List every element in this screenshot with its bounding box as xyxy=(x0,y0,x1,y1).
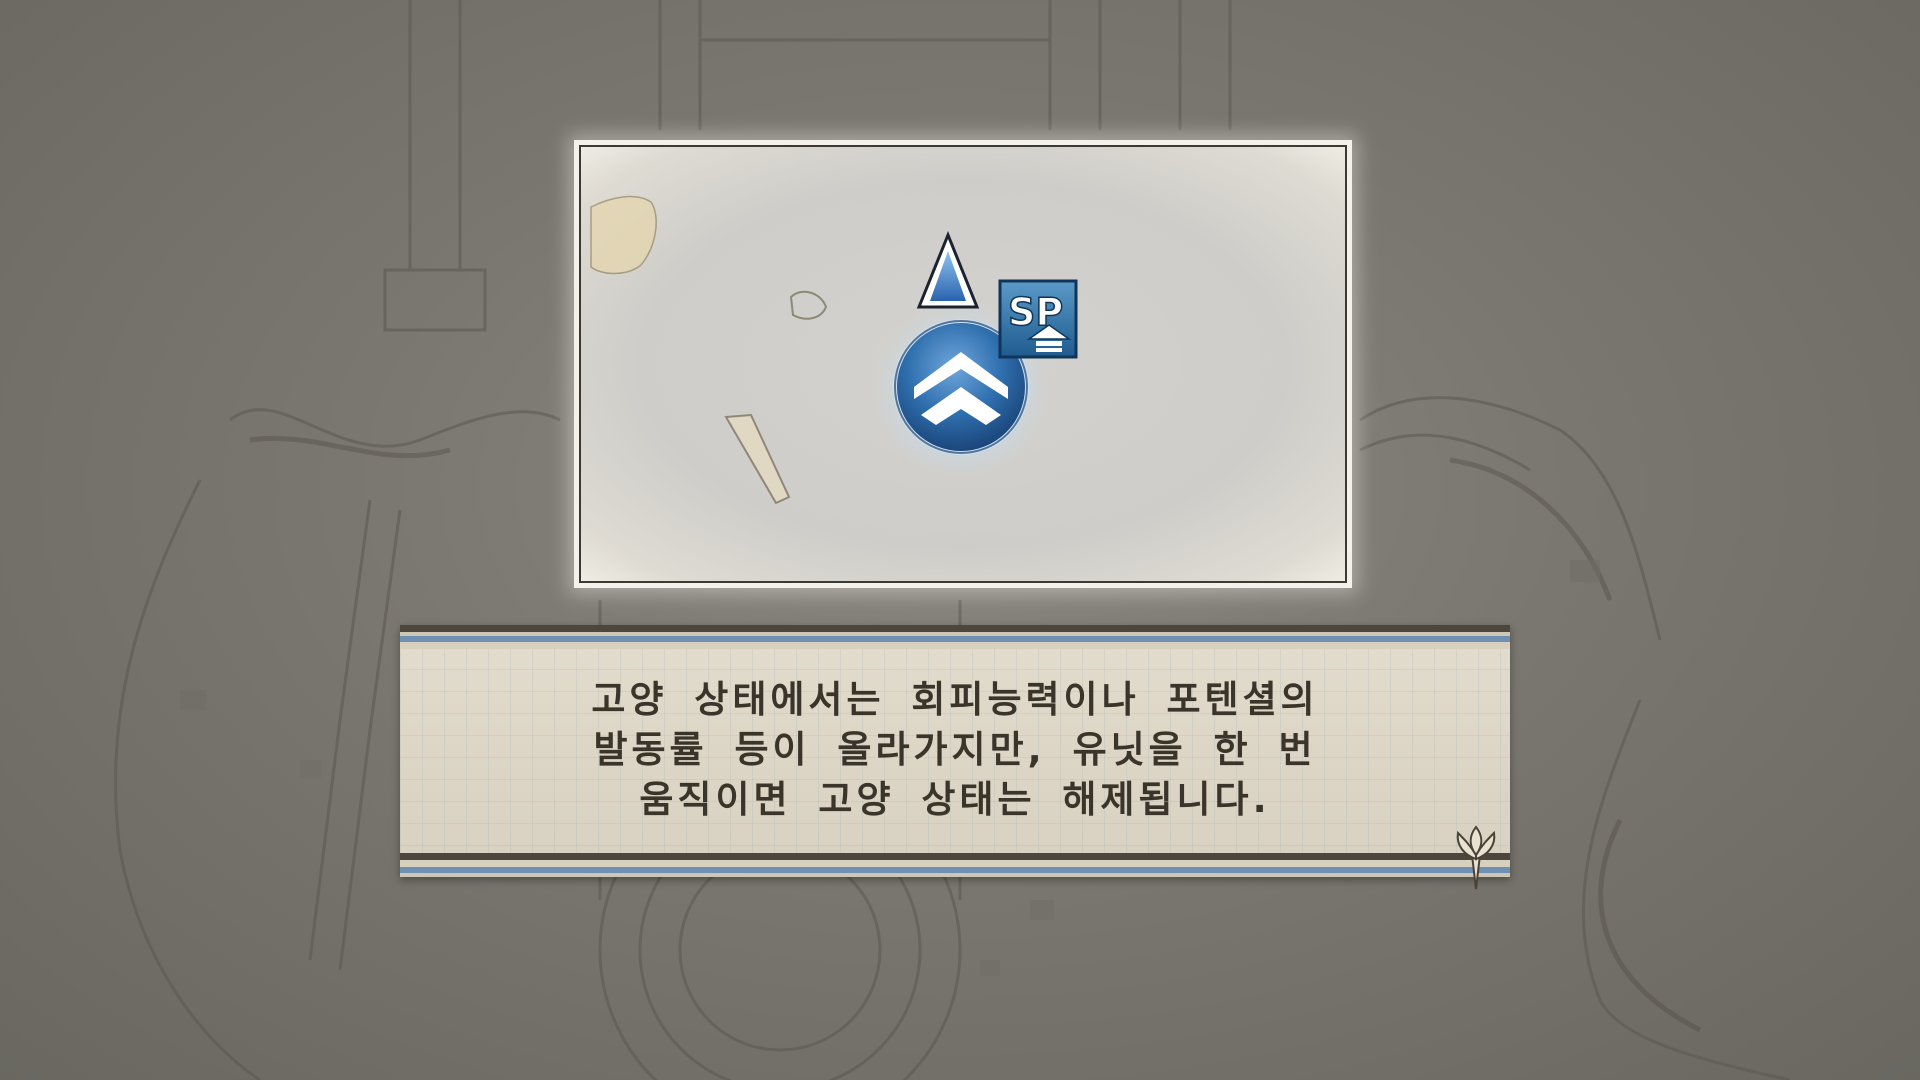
sp-up-badge-icon: SP xyxy=(998,279,1078,359)
dialog-line-1: 고양 상태에서는 회피능력이나 포텐셜의 xyxy=(591,678,1319,721)
game-screen: SP 고양 상태에서는 회피능력이나 포텐셜의 발동률 등이 올라가지만, 유닛… xyxy=(0,0,1920,1080)
sp-badge-label: SP xyxy=(1008,290,1063,334)
tutorial-image-card: SP xyxy=(574,140,1352,588)
direction-arrow-icon xyxy=(916,230,980,309)
dialog-line-2: 발동률 등이 올라가지만, 유닛을 한 번 xyxy=(593,728,1317,771)
dialog-bottom-border xyxy=(400,853,1510,877)
terrain-sketch xyxy=(590,195,828,505)
tutorial-illustration: SP xyxy=(590,195,1078,505)
dialog-line-3: 움직이면 고양 상태는 해제됩니다. xyxy=(639,778,1271,821)
advance-cursor-icon[interactable] xyxy=(1452,825,1500,891)
tutorial-dialog-box[interactable]: 고양 상태에서는 회피능력이나 포텐셜의 발동률 등이 올라가지만, 유닛을 한… xyxy=(400,625,1510,877)
tutorial-image-frame: SP xyxy=(579,145,1347,583)
tutorial-dialog-text: 고양 상태에서는 회피능력이나 포텐셜의 발동률 등이 올라가지만, 유닛을 한… xyxy=(400,675,1510,825)
dialog-top-border xyxy=(400,625,1510,649)
